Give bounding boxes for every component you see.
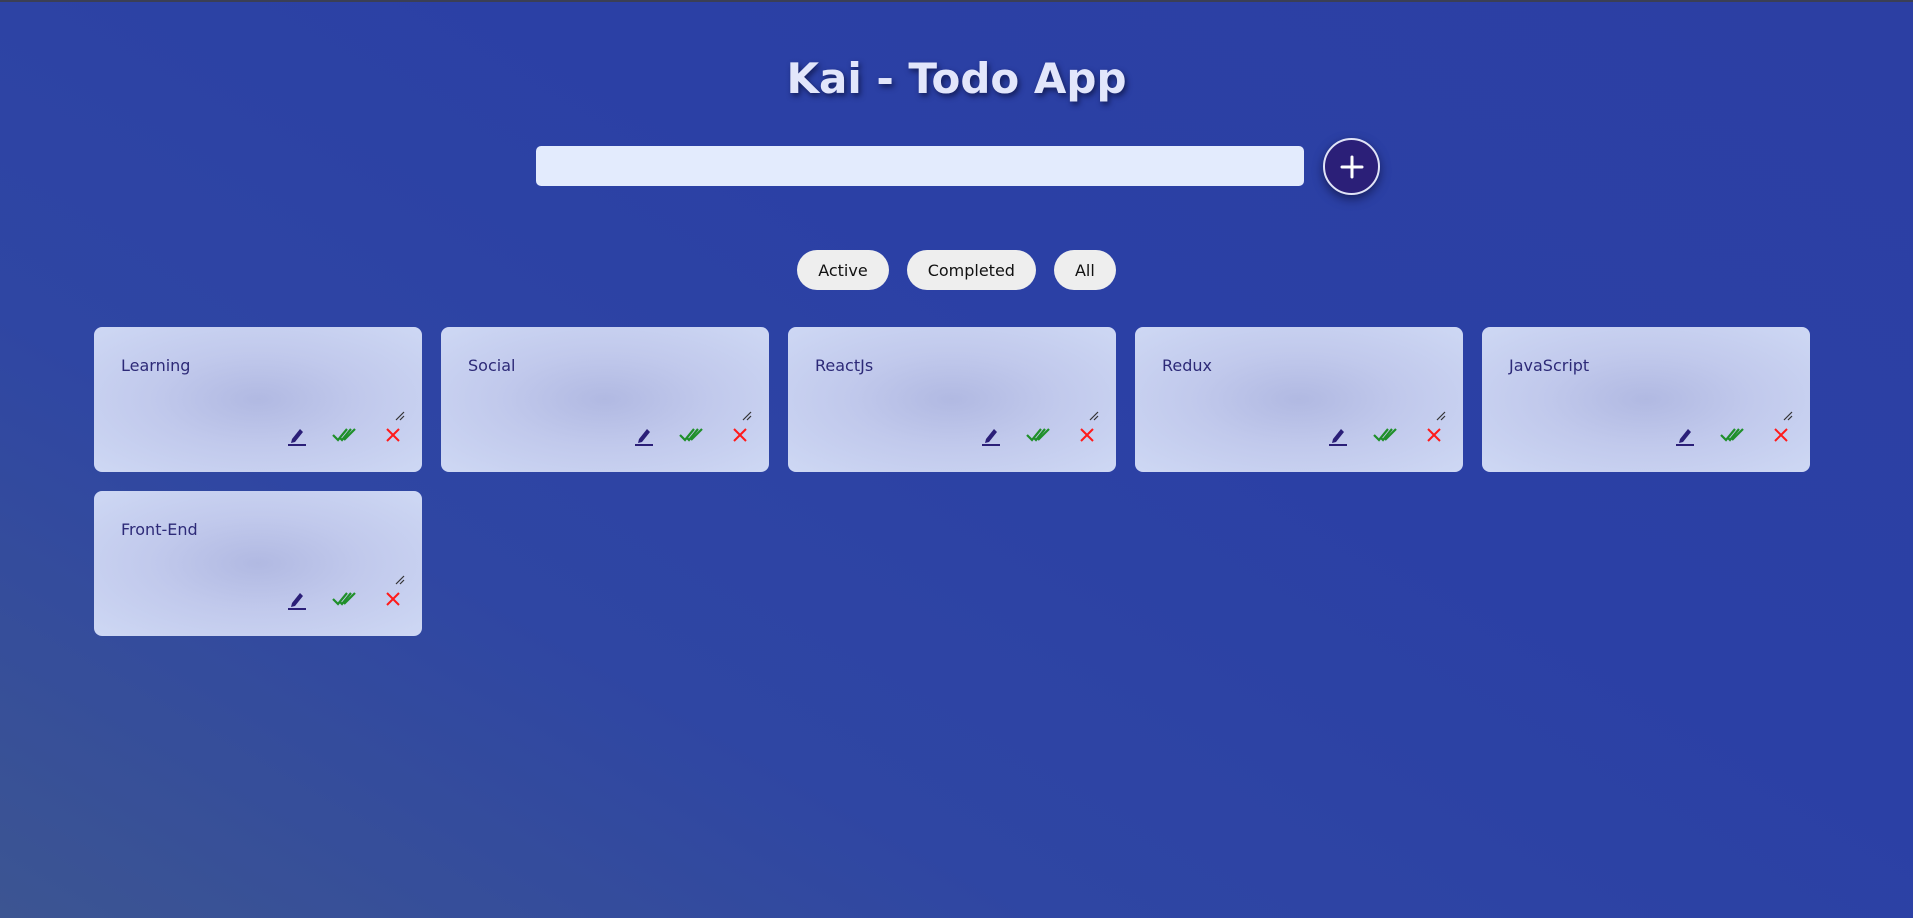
pencil-icon [982, 429, 1000, 446]
close-icon [733, 428, 747, 442]
complete-button[interactable] [321, 587, 369, 611]
todo-actions [620, 423, 764, 447]
todo-actions [967, 423, 1111, 447]
filter-active-button[interactable]: Active [797, 250, 889, 290]
resize-handle-icon[interactable] [1088, 410, 1100, 422]
complete-button[interactable] [1362, 423, 1410, 447]
todo-text: ReactJs [815, 356, 874, 375]
double-check-icon [332, 428, 356, 442]
close-icon [1774, 428, 1788, 442]
todo-text: Front-End [121, 520, 198, 539]
complete-button[interactable] [1709, 423, 1757, 447]
double-check-icon [1026, 428, 1050, 442]
delete-button[interactable] [1410, 423, 1458, 447]
todo-card: Front-End [94, 491, 422, 636]
todo-card: JavaScript [1482, 327, 1810, 472]
todo-list: Learning Social ReactJs Redux JavaScript… [94, 327, 1829, 636]
resize-handle-icon[interactable] [1435, 410, 1447, 422]
edit-button[interactable] [1314, 423, 1362, 447]
pencil-icon [1676, 429, 1694, 446]
todo-actions [273, 587, 417, 611]
complete-button[interactable] [668, 423, 716, 447]
todo-card: Learning [94, 327, 422, 472]
close-icon [386, 592, 400, 606]
double-check-icon [332, 592, 356, 606]
complete-button[interactable] [321, 423, 369, 447]
close-icon [1427, 428, 1441, 442]
delete-button[interactable] [369, 587, 417, 611]
pencil-icon [288, 593, 306, 610]
todo-text: Redux [1162, 356, 1213, 375]
double-check-icon [1373, 428, 1397, 442]
resize-handle-icon[interactable] [1782, 410, 1794, 422]
pencil-icon [1329, 429, 1347, 446]
delete-button[interactable] [369, 423, 417, 447]
resize-handle-icon[interactable] [741, 410, 753, 422]
todo-text: Learning [121, 356, 191, 375]
delete-button[interactable] [1063, 423, 1111, 447]
delete-button[interactable] [1757, 423, 1805, 447]
complete-button[interactable] [1015, 423, 1063, 447]
todo-actions [1661, 423, 1805, 447]
close-icon [1080, 428, 1094, 442]
todo-card: Social [441, 327, 769, 472]
add-todo-button[interactable] [1323, 138, 1380, 195]
double-check-icon [679, 428, 703, 442]
todo-actions [273, 423, 417, 447]
todo-text: JavaScript [1509, 356, 1590, 375]
pencil-icon [288, 429, 306, 446]
edit-button[interactable] [1661, 423, 1709, 447]
resize-handle-icon[interactable] [394, 410, 406, 422]
todo-card: Redux [1135, 327, 1463, 472]
delete-button[interactable] [716, 423, 764, 447]
todo-card: ReactJs [788, 327, 1116, 472]
todo-text: Social [468, 356, 516, 375]
filter-all-button[interactable]: All [1053, 250, 1116, 290]
page-title: Kai - Todo App [786, 54, 1127, 103]
edit-button[interactable] [967, 423, 1015, 447]
filter-completed-button[interactable]: Completed [906, 250, 1036, 290]
pencil-icon [635, 429, 653, 446]
double-check-icon [1720, 428, 1744, 442]
close-icon [386, 428, 400, 442]
plus-icon [1340, 155, 1363, 178]
todo-actions [1314, 423, 1458, 447]
edit-button[interactable] [273, 423, 321, 447]
edit-button[interactable] [273, 587, 321, 611]
resize-handle-icon[interactable] [394, 574, 406, 586]
edit-button[interactable] [620, 423, 668, 447]
todo-input[interactable] [536, 146, 1304, 186]
filter-bar: Active Completed All [0, 250, 1913, 290]
